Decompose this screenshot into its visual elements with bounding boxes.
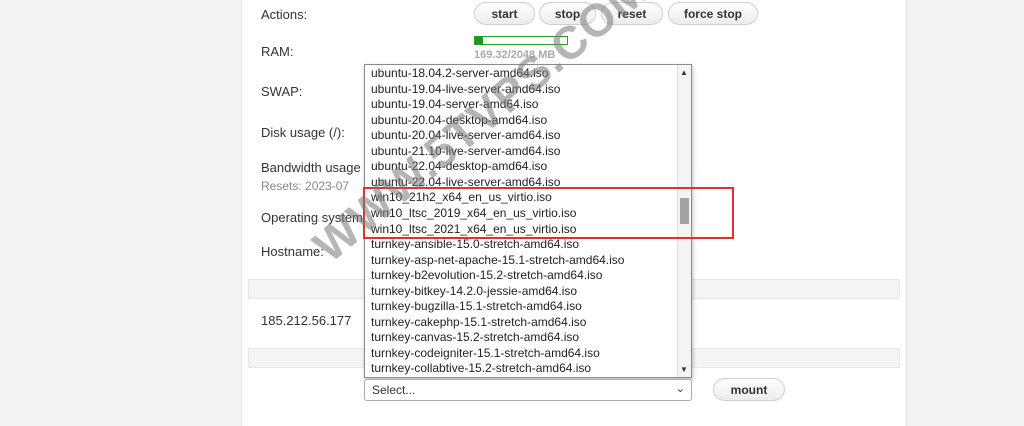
iso-dropdown-list[interactable]: ubuntu-18.04.2-server-amd64.iso ubuntu-19…: [364, 64, 692, 378]
iso-option[interactable]: ubuntu-22.04-live-server-amd64.iso: [371, 175, 560, 190]
iso-option[interactable]: turnkey-bugzilla-15.1-stretch-amd64.iso: [371, 299, 582, 314]
swap-label: SWAP:: [261, 84, 303, 99]
ram-usage-text: 169.32/2048 MB: [474, 49, 556, 61]
scroll-up-icon[interactable]: ▲: [680, 68, 688, 77]
iso-option[interactable]: turnkey-codeigniter-15.1-stretch-amd64.i…: [371, 346, 600, 361]
iso-option[interactable]: ubuntu-20.04-desktop-amd64.iso: [371, 113, 547, 128]
iso-option[interactable]: turnkey-collabtive-15.2-stretch-amd64.is…: [371, 361, 591, 376]
ram-progress-fill: [475, 37, 483, 44]
iso-option[interactable]: turnkey-asp-net-apache-15.1-stretch-amd6…: [371, 253, 624, 268]
stop-button[interactable]: stop: [539, 2, 596, 25]
mount-button[interactable]: mount: [713, 378, 785, 401]
ram-label: RAM:: [261, 44, 294, 59]
force-stop-button[interactable]: force stop: [668, 2, 758, 25]
actions-label: Actions:: [261, 7, 308, 22]
start-button[interactable]: start: [474, 2, 535, 25]
disk-usage-label: Disk usage (/):: [261, 125, 345, 140]
iso-option[interactable]: ubuntu-19.04-server-amd64.iso: [371, 97, 538, 112]
os-label: Operating system: [261, 210, 363, 225]
iso-option[interactable]: ubuntu-22.04-desktop-amd64.iso: [371, 159, 547, 174]
reset-button[interactable]: reset: [601, 2, 663, 25]
scrollbar-thumb[interactable]: [680, 198, 689, 224]
scroll-down-icon[interactable]: ▼: [680, 365, 688, 374]
iso-option[interactable]: turnkey-canvas-15.2-stretch-amd64.iso: [371, 330, 579, 345]
iso-option[interactable]: turnkey-bitkey-14.2.0-jessie-amd64.iso: [371, 284, 577, 299]
iso-select-value: Select...: [372, 383, 416, 397]
bandwidth-label: Bandwidth usage: [261, 160, 361, 175]
iso-option[interactable]: ubuntu-20.04-live-server-amd64.iso: [371, 128, 560, 143]
iso-option[interactable]: ubuntu-21.10-live-server-amd64.iso: [371, 144, 560, 159]
list-scrollbar[interactable]: ▲ ▼: [677, 65, 691, 377]
hostname-label: Hostname:: [261, 244, 324, 259]
iso-option[interactable]: turnkey-b2evolution-15.2-stretch-amd64.i…: [371, 268, 602, 283]
iso-option[interactable]: turnkey-cakephp-15.1-stretch-amd64.iso: [371, 315, 586, 330]
iso-option[interactable]: win10_21h2_x64_en_us_virtio.iso: [371, 190, 552, 205]
iso-option[interactable]: turnkey-ansible-15.0-stretch-amd64.iso: [371, 237, 579, 252]
chevron-down-icon: ⌄: [675, 383, 685, 395]
iso-option[interactable]: win10_ltsc_2019_x64_en_us_virtio.iso: [371, 206, 576, 221]
ram-progress-bar: [474, 36, 568, 45]
iso-option[interactable]: win10_ltsc_2021_x64_en_us_virtio.iso: [371, 222, 576, 237]
iso-option[interactable]: ubuntu-18.04.2-server-amd64.iso: [371, 66, 548, 81]
iso-option[interactable]: ubuntu-19.04-live-server-amd64.iso: [371, 82, 560, 97]
ip-address: 185.212.56.177: [261, 313, 352, 328]
bandwidth-resets: Resets: 2023-07: [261, 179, 350, 193]
iso-select[interactable]: Select... ⌄: [364, 379, 692, 401]
